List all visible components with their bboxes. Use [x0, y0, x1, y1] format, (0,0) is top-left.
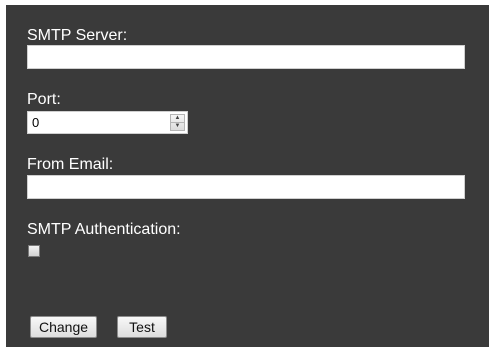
port-label: Port:: [27, 91, 61, 108]
port-stepper[interactable]: 0 ▲ ▼: [27, 111, 188, 134]
chevron-down-icon[interactable]: ▼: [171, 123, 184, 130]
smtp-auth-label: SMTP Authentication:: [27, 221, 181, 238]
smtp-auth-checkbox[interactable]: [28, 245, 40, 257]
change-button[interactable]: Change: [30, 316, 97, 338]
port-value[interactable]: 0: [32, 115, 39, 130]
test-button[interactable]: Test: [117, 316, 167, 338]
chevron-up-icon[interactable]: ▲: [171, 115, 184, 123]
from-email-label: From Email:: [27, 156, 114, 173]
port-spinner[interactable]: ▲ ▼: [170, 114, 185, 131]
from-email-input[interactable]: [27, 175, 465, 199]
smtp-server-label: SMTP Server:: [27, 27, 128, 44]
smtp-settings-panel: SMTP Server: Port: 0 ▲ ▼ From Email: SMT…: [6, 5, 489, 347]
smtp-server-input[interactable]: [27, 45, 465, 69]
